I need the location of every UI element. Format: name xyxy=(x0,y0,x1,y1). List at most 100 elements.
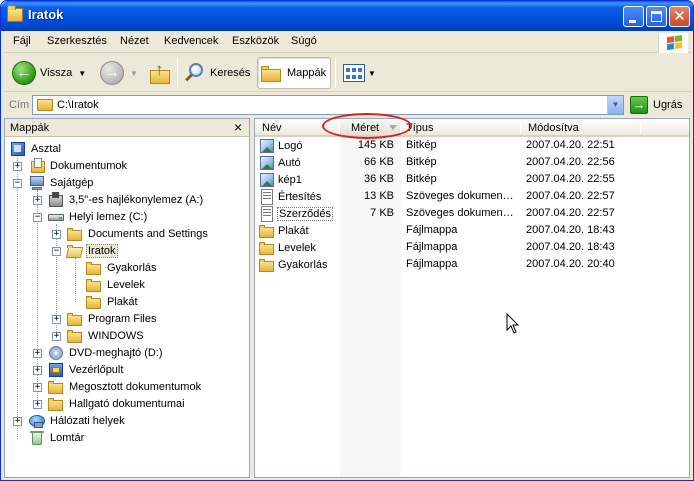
file-row[interactable]: Logó 145 KB Bitkép 2007.04.20. 22:51 xyxy=(255,137,689,154)
file-modified: 2007.04.20. 22:56 xyxy=(526,156,615,168)
tree-item-plakat[interactable]: Plakát xyxy=(86,293,140,310)
expand-icon[interactable]: + xyxy=(33,366,42,375)
column-header-size[interactable]: Méret xyxy=(340,119,401,137)
my-documents-icon xyxy=(29,157,45,174)
file-name: kép1 xyxy=(278,173,302,186)
folders-button[interactable]: Mappák xyxy=(257,57,332,89)
menu-favorites[interactable]: Kedvencek xyxy=(164,35,218,47)
expand-icon[interactable]: + xyxy=(52,332,61,341)
tree-item-label: Asztal xyxy=(31,142,61,155)
tree-item-local-disk[interactable]: Helyi lemez (C:) xyxy=(48,208,149,225)
title-bar[interactable]: Iratok ✕ xyxy=(1,1,693,31)
file-row[interactable]: Autó 66 KB Bitkép 2007.04.20. 22:56 xyxy=(255,154,689,171)
file-size: 145 KB xyxy=(357,139,394,151)
tree-item-levelek[interactable]: Levelek xyxy=(86,276,147,293)
file-name: Szerződés xyxy=(277,206,333,221)
menu-view[interactable]: Nézet xyxy=(120,35,149,47)
file-modified: 2007.04.20. 18:43 xyxy=(526,224,615,236)
file-row[interactable]: Értesítés 13 KB Szöveges dokumentum 2007… xyxy=(255,188,689,205)
file-row[interactable]: Levelek Fájlmappa 2007.04.20. 18:43 xyxy=(255,239,689,256)
recycle-bin-icon xyxy=(29,430,45,446)
views-button[interactable]: ▼ xyxy=(343,57,376,89)
expand-icon[interactable]: + xyxy=(33,400,42,409)
tree-item-program-files[interactable]: Program Files xyxy=(67,310,158,327)
expand-icon[interactable]: + xyxy=(33,383,42,392)
tree-item-label: WINDOWS xyxy=(88,329,144,342)
folder-icon xyxy=(259,223,275,239)
tree-item-my-computer[interactable]: Sajátgép xyxy=(29,174,95,191)
views-dropdown-icon[interactable]: ▼ xyxy=(368,69,376,78)
up-folder-button[interactable]: ↑ xyxy=(149,57,171,89)
column-header-label: Név xyxy=(262,122,282,134)
tree-item-windows[interactable]: WINDOWS xyxy=(67,327,146,344)
floppy-drive-icon xyxy=(48,191,64,208)
my-computer-icon xyxy=(29,175,45,191)
tree-item-student-documents[interactable]: Hallgató dokumentumai xyxy=(48,395,187,412)
forward-button[interactable]: → ▼ xyxy=(100,57,138,89)
file-list[interactable]: Név Méret Típus Módosítva Logó 145 KB Bi… xyxy=(254,118,690,478)
back-button[interactable]: ← Vissza ▼ xyxy=(12,57,86,89)
tree-item-recycle-bin[interactable]: Lomtár xyxy=(29,429,86,446)
collapse-icon[interactable]: − xyxy=(52,247,61,256)
address-input[interactable]: C:\Iratok ▼ xyxy=(32,95,624,115)
tree-item-label: Gyakorlás xyxy=(107,261,157,274)
maximize-button[interactable] xyxy=(646,6,667,27)
address-value: C:\Iratok xyxy=(57,99,99,111)
go-button[interactable]: → Ugrás xyxy=(630,95,682,115)
tree-line xyxy=(17,156,18,439)
up-folder-icon: ↑ xyxy=(149,61,171,85)
file-row[interactable]: Gyakorlás Fájlmappa 2007.04.20. 20:40 xyxy=(255,256,689,273)
close-button[interactable]: ✕ xyxy=(669,6,690,27)
expand-icon[interactable]: + xyxy=(33,349,42,358)
tree-item-iratok[interactable]: Iratok xyxy=(67,242,118,259)
expand-icon[interactable]: + xyxy=(13,162,22,171)
expand-icon[interactable]: + xyxy=(13,417,22,426)
tree-item-control-panel[interactable]: Vezérlőpult xyxy=(48,361,125,378)
expand-icon[interactable]: + xyxy=(52,315,61,324)
expand-icon[interactable]: + xyxy=(33,196,42,205)
file-row[interactable]: Szerződés 7 KB Szöveges dokumentum 2007.… xyxy=(255,205,689,222)
folders-label: Mappák xyxy=(287,67,327,79)
tree-item-gyakorlas[interactable]: Gyakorlás xyxy=(86,259,159,276)
tree-item-floppy[interactable]: 3,5"-es hajlékonylemez (A:) xyxy=(48,191,205,208)
menu-file[interactable]: Fájl xyxy=(13,35,31,47)
file-size: 66 KB xyxy=(364,156,394,168)
file-row[interactable]: kép1 36 KB Bitkép 2007.04.20. 22:55 xyxy=(255,171,689,188)
bitmap-icon xyxy=(259,155,275,171)
tree-item-network-places[interactable]: Hálózati helyek xyxy=(29,412,127,429)
windows-logo xyxy=(658,33,688,53)
tree-item-desktop[interactable]: Asztal xyxy=(10,140,63,157)
forward-dropdown-icon[interactable]: ▼ xyxy=(130,69,138,78)
column-header-name[interactable]: Név xyxy=(255,119,340,137)
menu-help[interactable]: Súgó xyxy=(291,35,317,47)
minimize-button[interactable] xyxy=(623,6,644,27)
tree-item-documents-and-settings[interactable]: Documents and Settings xyxy=(67,225,210,242)
folder-pane-header: Mappák × xyxy=(5,119,249,137)
column-header-type[interactable]: Típus xyxy=(401,119,521,137)
file-type: Bitkép xyxy=(406,156,437,168)
column-header-modified[interactable]: Módosítva xyxy=(521,119,641,137)
file-modified: 2007.04.20. 22:55 xyxy=(526,173,615,185)
toolbar-separator xyxy=(335,58,336,88)
close-pane-icon[interactable]: × xyxy=(234,119,242,136)
text-document-icon xyxy=(259,188,275,205)
address-dropdown-icon[interactable]: ▼ xyxy=(607,96,623,114)
address-label: Cím xyxy=(9,99,30,111)
mouse-pointer-icon xyxy=(506,313,520,334)
tree-item-shared-documents[interactable]: Megosztott dokumentumok xyxy=(48,378,203,395)
tree-item-documents[interactable]: Dokumentumok xyxy=(29,157,129,174)
tree-item-label: Iratok xyxy=(86,243,118,258)
collapse-icon[interactable]: − xyxy=(33,213,42,222)
file-name: Logó xyxy=(278,139,303,152)
search-button[interactable]: Keresés xyxy=(184,57,250,89)
folder-pane: Mappák × Asztal + Dokumentumok − Sajátgé… xyxy=(4,118,250,478)
collapse-icon[interactable]: − xyxy=(13,179,22,188)
file-row[interactable]: Plakát Fájlmappa 2007.04.20. 18:43 xyxy=(255,222,689,239)
column-header-filler xyxy=(641,119,689,137)
expand-icon[interactable]: + xyxy=(52,230,61,239)
menu-edit[interactable]: Szerkesztés xyxy=(47,35,107,47)
menu-tools[interactable]: Eszközök xyxy=(232,35,279,47)
back-dropdown-icon[interactable]: ▼ xyxy=(78,69,86,78)
tree-item-dvd-drive[interactable]: DVD-meghajtó (D:) xyxy=(48,344,165,361)
tree-item-label: 3,5"-es hajlékonylemez (A:) xyxy=(69,193,204,206)
